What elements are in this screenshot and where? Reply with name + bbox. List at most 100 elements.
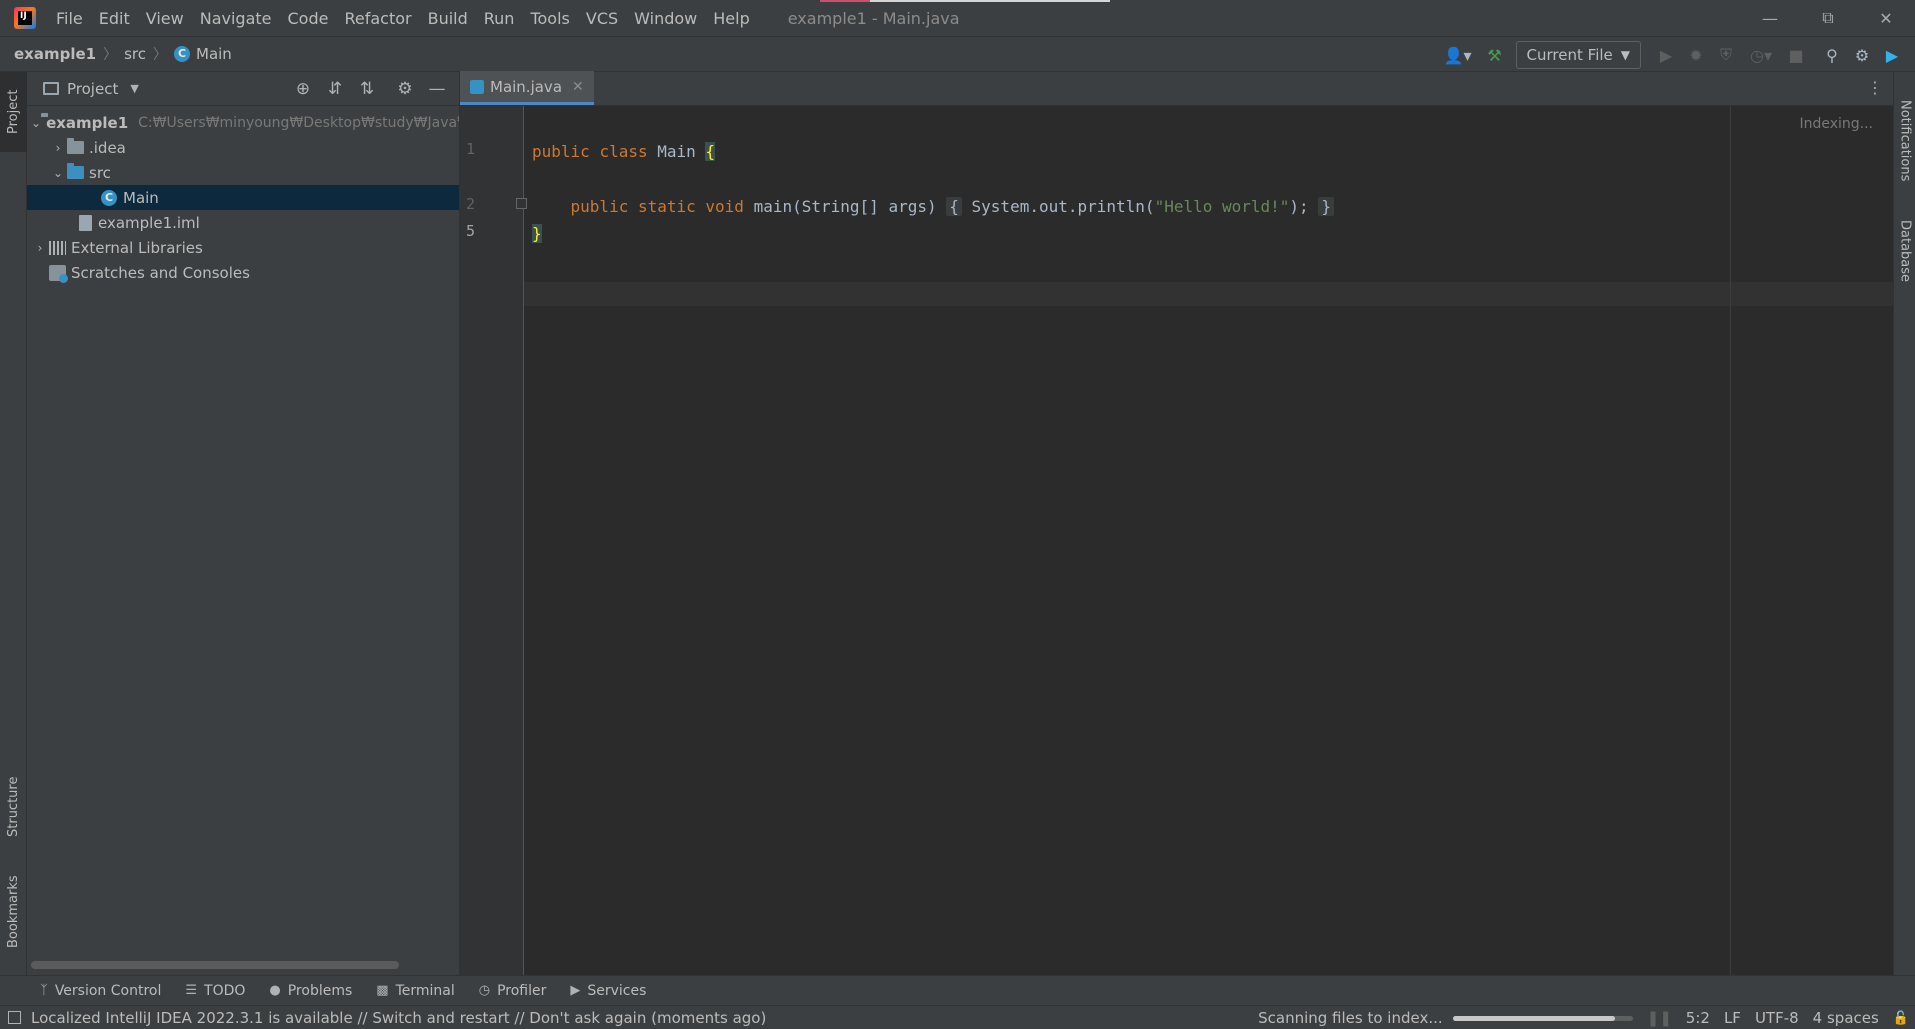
indexing-status: Indexing... — [1799, 116, 1873, 132]
breadcrumb-src[interactable]: src — [124, 45, 146, 63]
tree-item-label: example1 — [46, 113, 129, 132]
code-line: public static void main(String[] args) {… — [532, 195, 1334, 219]
run-icon[interactable]: ▶ — [1651, 40, 1681, 70]
horizontal-scrollbar[interactable] — [31, 961, 399, 969]
profile-icon[interactable]: ◷▾ — [1741, 40, 1781, 70]
pause-icon[interactable]: ❚❚ — [1647, 1009, 1672, 1027]
version-control-tool-tab[interactable]: ᛉ Version Control — [40, 983, 161, 999]
left-tool-stripe: Project Structure Bookmarks — [0, 72, 27, 975]
code-area[interactable]: public class Main { public static void m… — [532, 106, 1893, 975]
chevron-down-icon[interactable]: ⌄ — [31, 116, 41, 130]
expand-all-icon[interactable]: ⇵ — [319, 75, 351, 103]
tool-label: Services — [587, 982, 647, 999]
settings-icon[interactable]: ⚙ — [1847, 40, 1877, 70]
code-call: System.out.println( — [971, 197, 1155, 216]
project-panel-title[interactable]: Project — [67, 80, 118, 98]
tree-item-external-libraries[interactable]: › External Libraries — [27, 235, 459, 260]
folded-region-end[interactable]: } — [1318, 197, 1334, 216]
stop-icon[interactable]: ■ — [1781, 40, 1811, 70]
menu-run[interactable]: Run — [484, 9, 515, 28]
status-message-text: Localized IntelliJ IDEA 2022.3.1 is avai… — [31, 1008, 767, 1027]
restore-icon[interactable]: ⧉ — [1799, 0, 1857, 36]
bookmarks-tool-tab[interactable]: Bookmarks — [0, 862, 27, 962]
tree-item-example1[interactable]: ⌄ example1 C:₩Users₩minyoung₩Desktop₩stu… — [27, 110, 459, 135]
breadcrumb-separator-icon: 〉 — [103, 47, 118, 63]
tool-label: Profiler — [497, 982, 547, 999]
background-task-text[interactable]: Scanning files to index... — [1258, 1009, 1443, 1027]
minimize-icon[interactable]: — — [1741, 0, 1799, 36]
build-hammer-icon[interactable]: ⚒ — [1480, 40, 1510, 70]
file-encoding[interactable]: UTF-8 — [1755, 1009, 1799, 1027]
menu-file[interactable]: File — [56, 9, 83, 28]
tree-item-idea[interactable]: › .idea — [27, 135, 459, 160]
menu-edit[interactable]: Edit — [99, 9, 130, 28]
editor: Main.java ✕ ⋮ 1 2 5 public class Main { … — [460, 71, 1893, 975]
profiler-tool-tab[interactable]: ◷ Profiler — [479, 983, 547, 999]
code-call-end: ); — [1289, 197, 1309, 216]
breadcrumb-project[interactable]: example1 — [14, 45, 96, 63]
tab-main-java[interactable]: Main.java ✕ — [460, 71, 594, 105]
line-separator[interactable]: LF — [1724, 1009, 1741, 1027]
more-options-icon[interactable]: ⋮ — [1867, 78, 1883, 97]
tree-item-iml[interactable]: example1.iml — [27, 210, 459, 235]
terminal-icon: ▩ — [376, 983, 389, 998]
menu-window[interactable]: Window — [634, 9, 697, 28]
database-tool-tab[interactable]: Database — [1894, 206, 1915, 296]
lock-icon[interactable]: 🔓 — [1893, 1011, 1909, 1026]
menu-vcs[interactable]: VCS — [586, 9, 618, 28]
notifications-tool-tab[interactable]: Notifications — [1894, 86, 1915, 196]
close-icon[interactable]: ✕ — [572, 79, 584, 95]
indent-setting[interactable]: 4 spaces — [1813, 1009, 1879, 1027]
menu-navigate[interactable]: Navigate — [200, 9, 272, 28]
debug-icon[interactable]: ✹ — [1681, 40, 1711, 70]
coverage-icon[interactable]: ⛨ — [1711, 40, 1741, 70]
code-brace: { — [705, 142, 716, 161]
collapse-all-icon[interactable]: ⇅ — [351, 75, 383, 103]
project-tool-tab[interactable]: Project — [0, 72, 27, 152]
class-icon: C — [101, 189, 117, 206]
menu-code[interactable]: Code — [288, 9, 329, 28]
services-tool-tab[interactable]: ▶ Services — [570, 983, 646, 999]
code-with-me-icon[interactable]: ▶ — [1877, 40, 1907, 70]
tree-item-main[interactable]: C Main — [27, 185, 459, 210]
run-configuration-select[interactable]: Current File ▼ — [1515, 41, 1641, 69]
caret-position[interactable]: 5:2 — [1686, 1009, 1710, 1027]
chevron-right-icon[interactable]: › — [31, 241, 49, 255]
intellij-logo-icon[interactable]: IJ — [14, 7, 36, 29]
todo-tool-tab[interactable]: ☰ TODO — [185, 983, 245, 999]
chevron-down-icon[interactable]: ⌄ — [49, 166, 67, 180]
menu-build[interactable]: Build — [428, 9, 468, 28]
project-tool-label: Project — [6, 89, 21, 135]
gear-icon[interactable]: ⚙ — [389, 75, 421, 103]
fold-icon[interactable] — [516, 198, 527, 209]
structure-tool-tab[interactable]: Structure — [0, 762, 27, 852]
indexing-progress-bar — [1452, 1015, 1633, 1021]
title-accent — [870, 0, 1110, 2]
close-icon[interactable]: ✕ — [1857, 0, 1915, 36]
chevron-right-icon[interactable]: › — [49, 141, 67, 155]
search-icon[interactable]: ⚲ — [1817, 40, 1847, 70]
terminal-tool-tab[interactable]: ▩ Terminal — [376, 983, 454, 999]
menu-help[interactable]: Help — [713, 9, 749, 28]
code-keyword: public — [570, 197, 629, 216]
chevron-down-icon: ▼ — [1620, 48, 1630, 62]
chevron-down-icon[interactable]: ▼ — [130, 82, 138, 95]
folded-region-start[interactable]: { — [946, 197, 962, 216]
code-keyword: static — [637, 197, 696, 216]
breadcrumb: example1 〉 src 〉 C Main — [14, 44, 232, 64]
menu-refactor[interactable]: Refactor — [344, 9, 411, 28]
menu-tools[interactable]: Tools — [530, 9, 569, 28]
toggle-tool-windows-icon[interactable] — [8, 1011, 21, 1024]
status-message[interactable]: Localized IntelliJ IDEA 2022.3.1 is avai… — [8, 1009, 766, 1027]
select-opened-file-icon[interactable]: ⊕ — [287, 75, 319, 103]
iml-file-icon — [79, 214, 92, 231]
menu-view[interactable]: View — [146, 9, 184, 28]
hide-icon[interactable]: — — [421, 75, 453, 103]
notifications-tool-label: Notifications — [1897, 100, 1913, 182]
breadcrumb-main[interactable]: Main — [196, 45, 232, 63]
tree-item-src[interactable]: ⌄ src — [27, 160, 459, 185]
tree-item-scratches[interactable]: Scratches and Consoles — [27, 260, 459, 285]
problems-tool-tab[interactable]: ● Problems — [269, 983, 352, 999]
user-icon[interactable]: 👤▾ — [1436, 40, 1480, 70]
line-number: 2 — [466, 195, 476, 213]
